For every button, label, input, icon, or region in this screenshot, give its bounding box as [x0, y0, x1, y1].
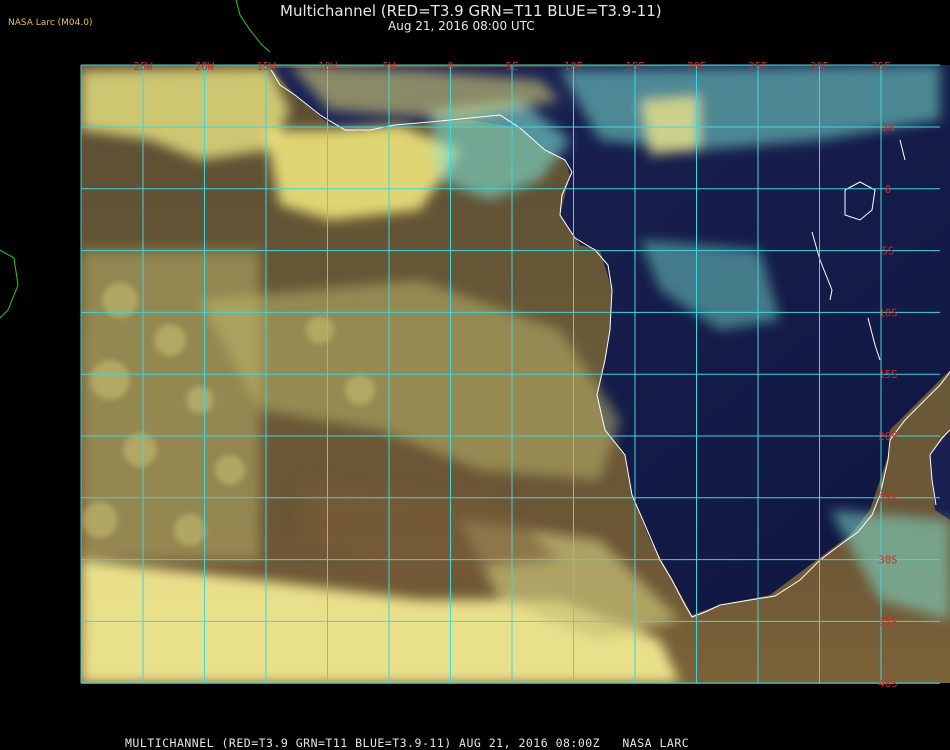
latitude-label: 30S	[879, 555, 898, 567]
longitude-label: 15W	[257, 61, 277, 73]
longitude-label: 15E	[626, 61, 645, 73]
coastline-fragment	[235, 0, 271, 53]
coastline-fragment-left	[0, 249, 19, 319]
latitude-label: 25S	[879, 493, 898, 505]
footer-caption: MULTICHANNEL (RED=T3.9 GRN=T11 BLUE=T3.9…	[125, 736, 690, 750]
longitude-label: 10W	[318, 61, 338, 73]
longitude-label: 5E	[506, 61, 519, 73]
longitude-label: 35E	[872, 61, 891, 73]
longitude-label: 30E	[810, 61, 829, 73]
latitude-label: 20S	[879, 431, 898, 443]
latitude-label: 10S	[879, 307, 898, 319]
longitude-label: 25W	[134, 61, 154, 73]
longitude-label: 0	[447, 61, 453, 73]
satellite-image: 25W 20W 15W 10W 5W 0 5E 10E 15E 20E 25E 30E 35E 5N 0 5…	[0, 0, 950, 690]
latitude-label: 0	[885, 184, 891, 196]
longitude-label: 5W	[383, 61, 396, 73]
longitude-label: 20W	[195, 61, 215, 73]
latitude-label: 40S	[879, 678, 898, 690]
latitude-label: 5N	[882, 122, 895, 134]
latitude-label: 15S	[879, 369, 898, 381]
longitude-label: 10E	[564, 61, 583, 73]
latitude-label: 35S	[879, 616, 898, 628]
latitude-label: 5S	[882, 246, 895, 258]
longitude-label: 20E	[687, 61, 706, 73]
longitude-label: 25E	[749, 61, 768, 73]
